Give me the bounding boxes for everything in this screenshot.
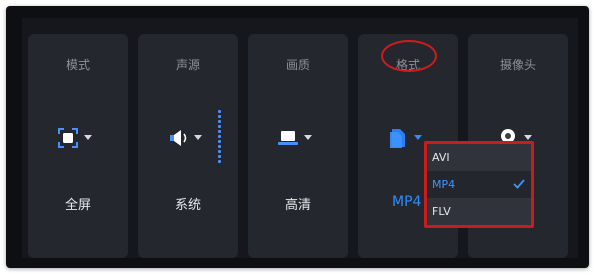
audio-source-value: 系统 (174, 198, 201, 213)
audio-source-card[interactable]: 声源 系统 (138, 34, 238, 258)
format-option-label: FLV (432, 205, 451, 218)
speaker-icon[interactable] (166, 126, 190, 150)
format-option-avi[interactable]: AVI (427, 144, 531, 171)
mode-card[interactable]: 模式 全屏 (28, 34, 128, 258)
format-title-annotation-circle (381, 40, 437, 72)
format-option-flv[interactable]: FLV (427, 198, 531, 225)
quality-card[interactable]: 画质 高清 (248, 34, 348, 258)
checkmark-icon (513, 179, 525, 189)
format-option-label: AVI (432, 151, 450, 164)
camera-title: 摄像头 (499, 58, 536, 72)
chevron-down-icon[interactable] (84, 135, 92, 140)
chevron-down-icon[interactable] (414, 135, 422, 140)
mode-title: 模式 (65, 58, 90, 72)
recorder-window: 模式 全屏 声源 系统 画质 高清 格式 MP4 摄像头 (6, 6, 589, 268)
mode-value: 全屏 (64, 198, 91, 213)
file-icon[interactable] (386, 126, 410, 150)
quality-title: 画质 (285, 58, 310, 72)
chevron-down-icon[interactable] (524, 135, 532, 140)
volume-meter (218, 110, 222, 165)
format-value: MP4 (392, 194, 422, 210)
audio-source-selector[interactable] (138, 126, 238, 150)
format-dropdown-menu: AVI MP4 FLV (424, 141, 534, 228)
chevron-down-icon[interactable] (194, 135, 202, 140)
laptop-icon[interactable] (276, 126, 300, 150)
quality-selector[interactable] (248, 126, 348, 150)
format-option-mp4[interactable]: MP4 (427, 171, 531, 198)
quality-value: 高清 (284, 198, 311, 213)
fullscreen-icon[interactable] (56, 126, 80, 150)
audio-source-title: 声源 (175, 58, 200, 72)
chevron-down-icon[interactable] (304, 135, 312, 140)
format-option-label: MP4 (432, 178, 456, 191)
mode-selector[interactable] (28, 126, 128, 150)
